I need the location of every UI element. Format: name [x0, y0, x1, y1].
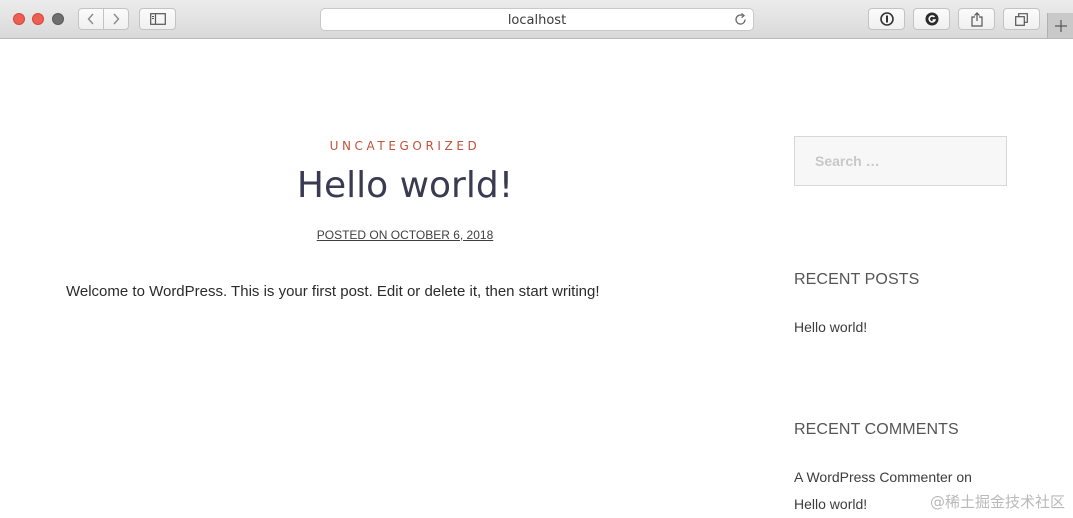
watermark: @稀土掘金技术社区	[929, 493, 1065, 511]
recent-post-link[interactable]: Hello world!	[794, 319, 867, 335]
reload-icon[interactable]	[733, 12, 748, 27]
share-icon	[970, 11, 983, 27]
post-category-link[interactable]: UNCATEGORIZED	[66, 139, 744, 153]
comment-on-text: on	[956, 469, 972, 485]
new-tab-button[interactable]	[1047, 13, 1073, 38]
forward-icon	[113, 13, 120, 25]
grammarly-button[interactable]	[913, 8, 950, 30]
recent-comments-heading: RECENT COMMENTS	[794, 421, 959, 438]
post-date-link[interactable]: POSTED ON OCTOBER 6, 2018	[317, 228, 494, 242]
grammarly-icon	[925, 12, 938, 26]
close-window-button[interactable]	[13, 13, 25, 25]
comment-author-link[interactable]: A WordPress Commenter	[794, 469, 952, 485]
recent-comment-line: A WordPress Commenter on	[794, 469, 972, 485]
back-icon	[87, 13, 94, 25]
password-icon	[879, 12, 894, 26]
navigation-buttons	[78, 8, 129, 30]
password-manager-button[interactable]	[868, 8, 905, 30]
address-bar[interactable]: localhost	[320, 8, 754, 31]
new-tab-icon	[1054, 19, 1067, 32]
sidebar-toggle-button[interactable]	[139, 8, 176, 30]
browser-toolbar: localhost	[0, 0, 1073, 39]
comment-post-link[interactable]: Hello world!	[794, 496, 867, 512]
zoom-window-button[interactable]	[52, 13, 64, 25]
tabs-icon	[1015, 12, 1028, 26]
show-tabs-button[interactable]	[1003, 8, 1040, 30]
post-title[interactable]: Hello world!	[66, 165, 744, 206]
search-input[interactable]: Search …	[794, 136, 1007, 186]
back-button[interactable]	[78, 8, 104, 30]
minimize-window-button[interactable]	[32, 13, 44, 25]
post-content: Welcome to WordPress. This is your first…	[66, 283, 600, 300]
post-meta: POSTED ON OCTOBER 6, 2018	[66, 228, 744, 242]
sidebar-icon	[149, 13, 166, 25]
share-button[interactable]	[958, 8, 995, 30]
recent-posts-heading: RECENT POSTS	[794, 271, 920, 288]
address-text: localhost	[507, 13, 567, 28]
forward-button[interactable]	[103, 8, 129, 30]
